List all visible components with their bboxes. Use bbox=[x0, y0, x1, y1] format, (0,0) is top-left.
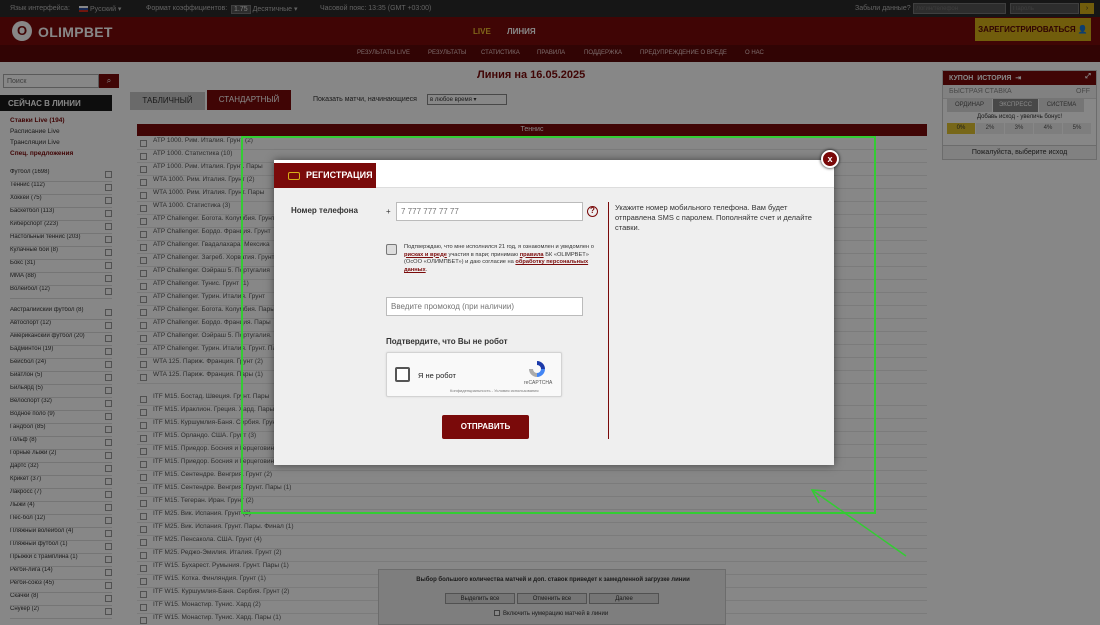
consent-part: Подтверждаю, что мне исполнился 21 год, … bbox=[404, 244, 594, 250]
rules-link[interactable]: правила bbox=[520, 252, 544, 258]
phone-label: Номер телефона bbox=[291, 206, 358, 215]
recaptcha-label: Я не робот bbox=[418, 371, 456, 380]
consent-checkbox[interactable] bbox=[386, 244, 397, 255]
promo-code-input[interactable] bbox=[386, 297, 583, 316]
consent-part: участия в пари; принимаю bbox=[448, 251, 519, 258]
submit-button[interactable]: ОТПРАВИТЬ bbox=[442, 415, 529, 439]
recaptcha-logo-icon bbox=[529, 361, 545, 377]
phone-input[interactable] bbox=[396, 202, 583, 221]
consent-part: . bbox=[425, 266, 428, 273]
recaptcha-widget: Я не робот reCAPTCHA Конфиденциальность … bbox=[386, 352, 562, 397]
recaptcha-brand: reCAPTCHA bbox=[524, 380, 553, 386]
vertical-divider bbox=[608, 202, 609, 439]
modal-header: РЕГИСТРАЦИЯ bbox=[274, 160, 834, 188]
modal-body: Номер телефона + ? Укажите номер мобильн… bbox=[274, 188, 834, 465]
modal-title-tab: РЕГИСТРАЦИЯ bbox=[274, 163, 376, 188]
risks-link[interactable]: рисках и вреде bbox=[404, 252, 447, 258]
help-icon[interactable]: ? bbox=[587, 206, 598, 217]
modal-title: РЕГИСТРАЦИЯ bbox=[306, 170, 373, 180]
recaptcha-privacy[interactable]: Конфиденциальность - Условия использован… bbox=[450, 388, 539, 393]
phone-prefix: + bbox=[386, 207, 391, 216]
chat-icon bbox=[288, 172, 300, 180]
close-icon[interactable]: x bbox=[821, 150, 839, 168]
consent-text: Подтверждаю, что мне исполнился 21 год, … bbox=[404, 244, 604, 274]
registration-modal: РЕГИСТРАЦИЯ x Номер телефона + ? Укажите… bbox=[274, 150, 839, 465]
captcha-title: Подтвердите, что Вы не робот bbox=[386, 337, 508, 346]
recaptcha-checkbox[interactable] bbox=[395, 367, 410, 382]
phone-info-text: Укажите номер мобильного телефона. Вам б… bbox=[615, 203, 812, 232]
